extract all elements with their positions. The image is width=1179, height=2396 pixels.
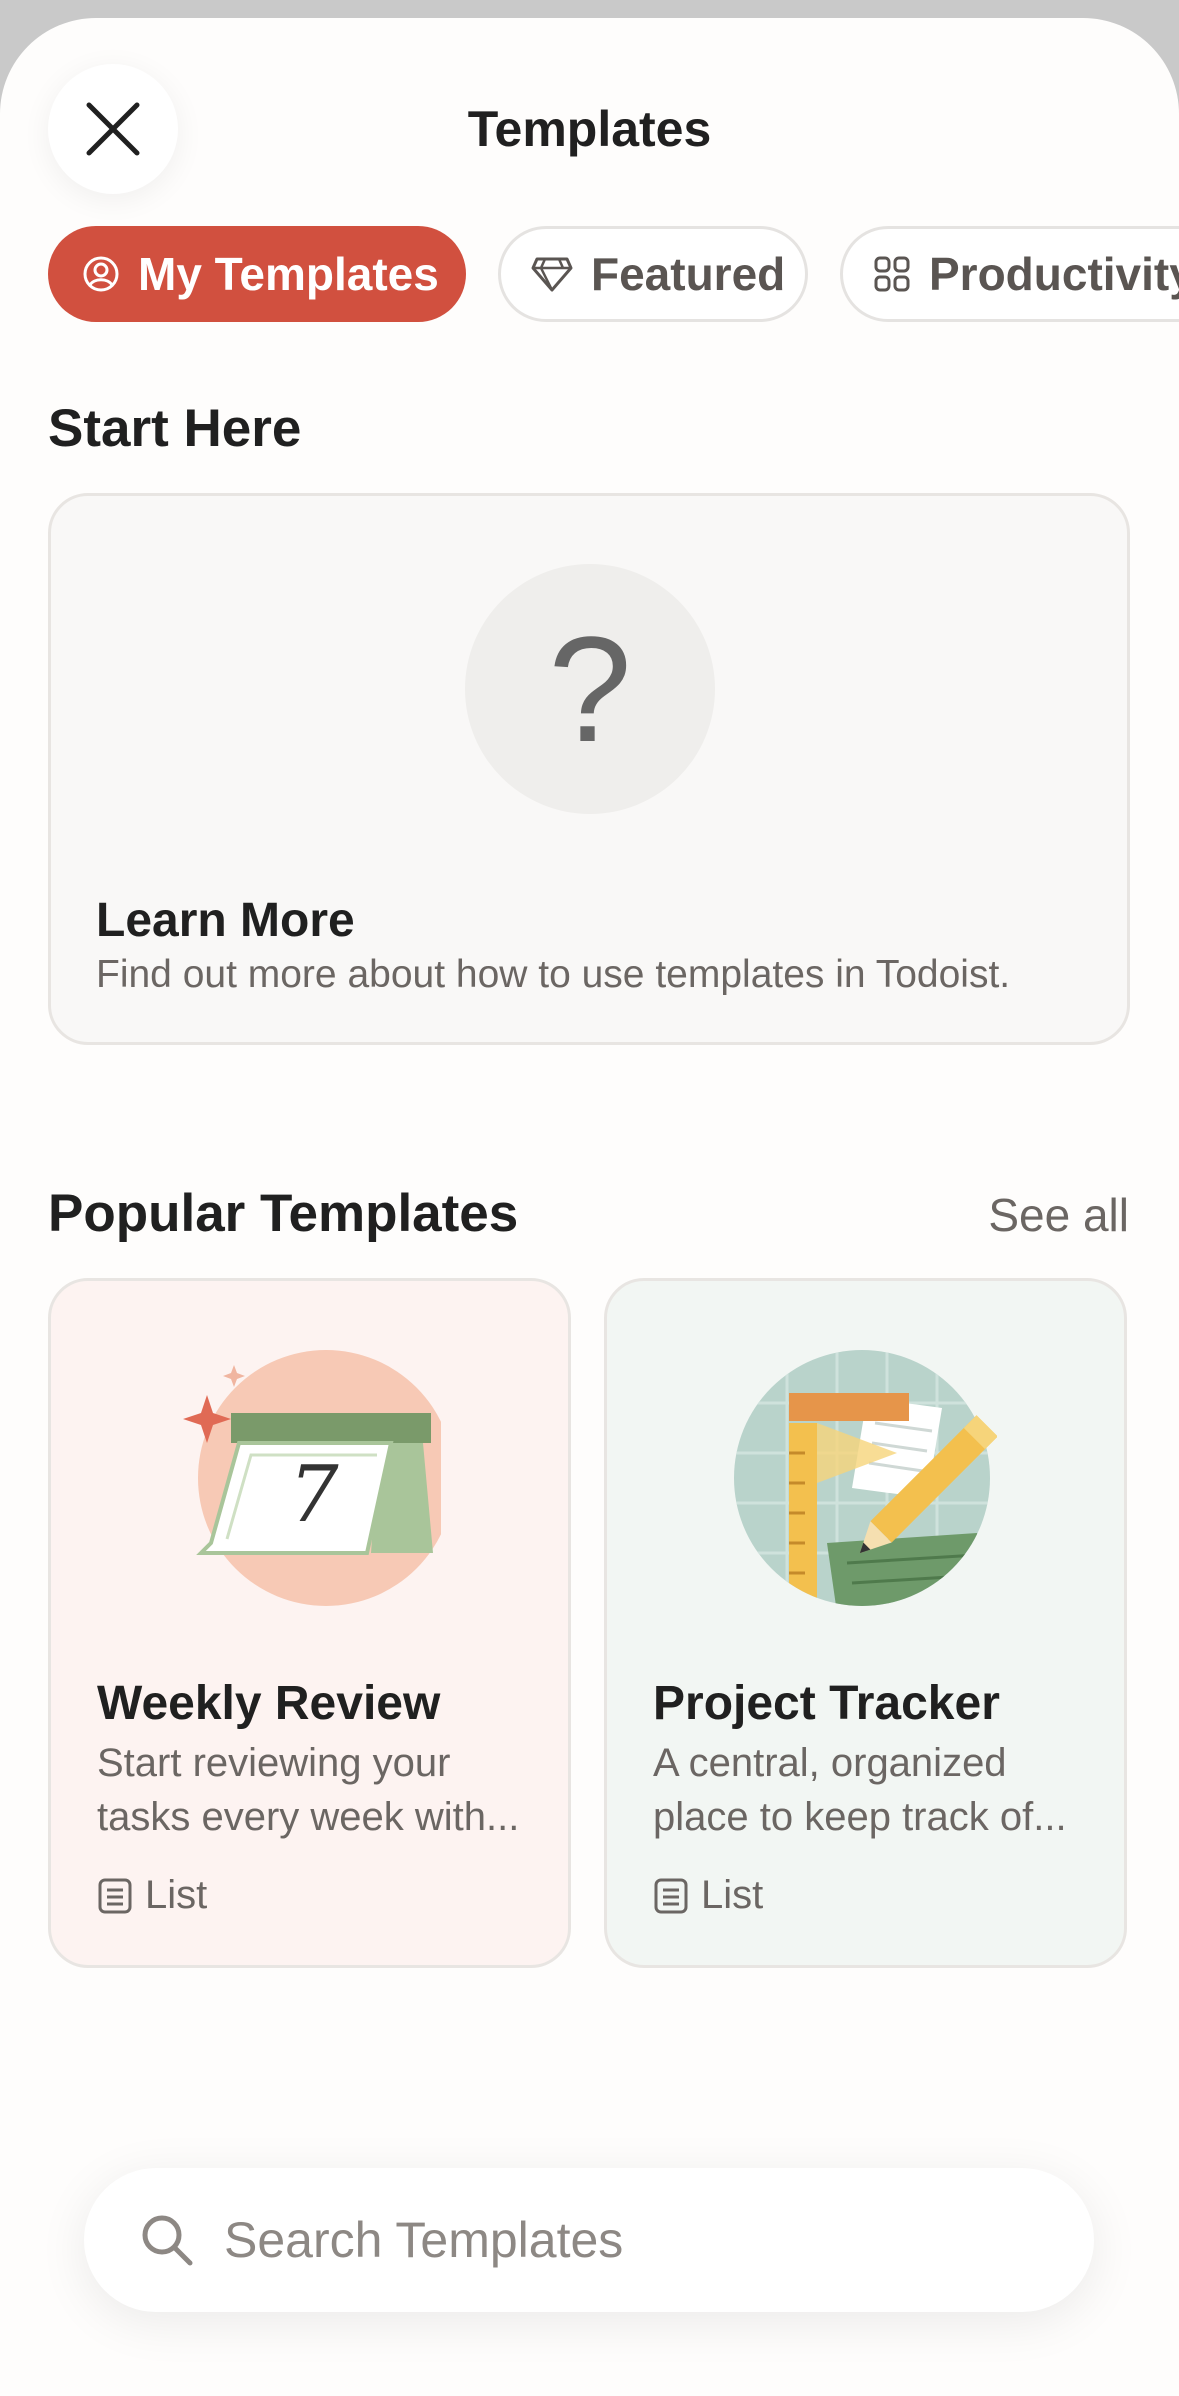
template-card-project-tracker[interactable]: Project Tracker A central, organized pla… [604,1278,1127,1968]
search-input[interactable] [222,2210,1026,2270]
chip-label: My Templates [138,248,439,300]
user-circle-icon [83,256,119,292]
popular-templates-heading: Popular Templates [48,1184,519,1243]
ruler-pencil-illustration [734,1350,997,1606]
chip-label: Featured [591,248,786,300]
learn-more-title: Learn More [96,894,355,947]
calendar-illustration: 7 [183,1350,441,1606]
learn-more-card[interactable]: ? Learn More Find out more about how to … [48,493,1130,1045]
search-bar[interactable] [84,2168,1094,2312]
template-type-label: List [701,1873,764,1917]
list-icon [654,1878,688,1913]
see-all-link[interactable]: See all [988,1188,1129,1242]
chip-productivity[interactable]: Productivity [840,226,1179,322]
template-card-weekly-review[interactable]: 7 Weekly Review Start reviewing your tas… [48,1278,571,1968]
template-type-label: List [145,1873,208,1917]
chip-label: Productivity [929,248,1179,300]
template-type: List [653,1873,763,1918]
calendar-day: 7 [289,1450,339,1540]
page-title: Templates [467,101,712,157]
template-description: A central, organized place to keep track… [653,1741,1067,1839]
list-icon [98,1878,132,1913]
learn-more-description: Find out more about how to use templates… [96,953,1011,996]
category-chips: My Templates Featured Productivity [48,226,1179,326]
gem-icon [531,257,573,292]
template-description: Start reviewing your tasks every week wi… [97,1741,520,1839]
template-title: Weekly Review [97,1677,441,1730]
template-title: Project Tracker [653,1677,1000,1730]
grid-icon [874,256,910,292]
chip-my-templates[interactable]: My Templates [48,226,466,322]
search-icon [142,2215,193,2266]
question-icon: ? [465,564,715,814]
start-here-heading: Start Here [48,399,302,458]
chip-featured[interactable]: Featured [498,226,808,322]
template-type: List [97,1873,207,1918]
templates-sheet: Templates My Templates Featured Producti… [0,18,1179,2396]
